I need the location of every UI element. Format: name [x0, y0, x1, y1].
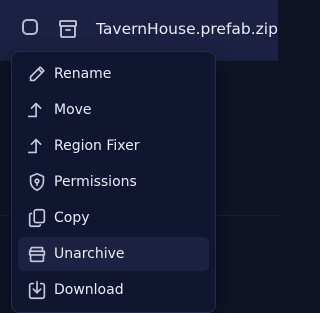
- menu-item-rename[interactable]: Rename: [18, 57, 209, 91]
- arrow-up-icon: [26, 135, 48, 157]
- menu-item-label: Region Fixer: [54, 138, 140, 154]
- menu-item-permissions[interactable]: Permissions: [18, 165, 209, 199]
- copy-icon: [26, 207, 48, 229]
- menu-item-label: Rename: [54, 66, 112, 82]
- menu-item-unarchive[interactable]: Unarchive: [18, 237, 209, 271]
- archive-box-icon: [56, 17, 80, 41]
- menu-item-region-fixer[interactable]: Region Fixer: [18, 129, 209, 163]
- menu-item-label: Download: [54, 282, 124, 298]
- arrow-up-icon: [26, 99, 48, 121]
- file-select-checkbox[interactable]: [22, 19, 38, 35]
- pencil-icon: [26, 63, 48, 85]
- context-menu: Rename Move Region Fixer Permissions Cop…: [11, 51, 216, 313]
- unarchive-icon: [26, 243, 48, 265]
- menu-item-label: Move: [54, 102, 92, 118]
- menu-item-download[interactable]: Download: [18, 273, 209, 307]
- shield-icon: [26, 171, 48, 193]
- menu-item-label: Permissions: [54, 174, 137, 190]
- file-name[interactable]: TavernHouse.prefab.zip: [96, 17, 278, 41]
- menu-item-label: Copy: [54, 210, 90, 226]
- menu-item-copy[interactable]: Copy: [18, 201, 209, 235]
- menu-item-move[interactable]: Move: [18, 93, 209, 127]
- download-icon: [26, 279, 48, 301]
- menu-item-label: Unarchive: [54, 246, 125, 262]
